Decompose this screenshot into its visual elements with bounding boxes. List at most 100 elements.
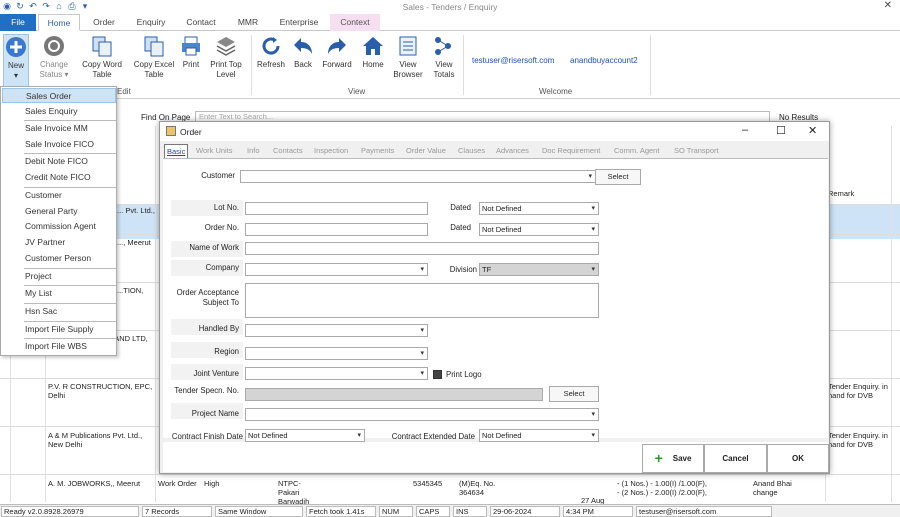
back-button[interactable]: Back <box>290 34 316 70</box>
print-logo-checkbox[interactable] <box>433 370 442 379</box>
tab-info[interactable]: Info <box>247 144 260 157</box>
handled-by-select[interactable] <box>245 324 428 337</box>
view-totals-button[interactable]: View Totals <box>430 34 458 80</box>
division-label: Division <box>449 265 477 274</box>
print-button[interactable]: Print <box>178 34 204 70</box>
menu-item-sales-enquiry[interactable]: Sales Enquiry <box>2 104 116 119</box>
new-button[interactable]: New ▾ <box>3 34 29 88</box>
change-status-label: Change Status <box>39 60 69 79</box>
name-of-work-label: Name of Work <box>189 243 239 252</box>
account-link[interactable]: anandbuyaccount2 <box>570 56 638 65</box>
dated1-select[interactable]: Not Defined <box>479 202 599 215</box>
copy-excel-table-button[interactable]: Copy Excel Table <box>131 34 177 80</box>
grid-cell: A. M. JOBWORKS,, Meerut <box>48 479 141 488</box>
tab-contacts[interactable]: Contacts <box>273 144 303 157</box>
menu-item-hsn-sac[interactable]: Hsn Sac <box>2 304 116 319</box>
tab-context[interactable]: Context <box>330 14 380 31</box>
tab-contact[interactable]: Contact <box>178 14 224 31</box>
save-button[interactable]: + Save <box>642 444 704 473</box>
refresh-button[interactable]: Refresh <box>256 34 286 70</box>
title-bar: ◉ ↻ ↶ ↷ ⌂ ⎙ ▾ Sales - Tenders / Enquiry … <box>0 0 900 14</box>
contract-finish-select[interactable]: Not Defined <box>245 429 365 442</box>
tab-comm-agent[interactable]: Comm. Agent <box>614 144 659 157</box>
dialog-body: Customer Select Lot No. Dated Not Define… <box>163 158 828 442</box>
tab-mmr[interactable]: MMR <box>228 14 268 31</box>
tab-clauses[interactable]: Clauses <box>458 144 485 157</box>
menu-item-project[interactable]: Project <box>2 269 116 284</box>
region-select[interactable] <box>245 347 428 360</box>
view-browser-icon <box>399 36 417 56</box>
tab-basic[interactable]: Basic <box>164 144 189 159</box>
tab-file[interactable]: File <box>0 14 36 31</box>
menu-item-sale-invoice-mm[interactable]: Sale Invoice MM <box>2 121 116 136</box>
plus-icon: + <box>654 450 663 467</box>
minimize-icon[interactable]: – <box>742 124 748 136</box>
tab-order[interactable]: Order <box>84 14 124 31</box>
menu-item-my-list[interactable]: My List <box>2 286 116 301</box>
menu-item-sales-order[interactable]: Sales Order <box>2 88 116 103</box>
menu-item-jv-partner[interactable]: JV Partner <box>2 235 116 250</box>
tab-so-transport[interactable]: SO Transport <box>674 144 719 157</box>
menu-item-customer-person[interactable]: Customer Person <box>2 251 116 266</box>
tender-specn-label: Tender Specn. No. <box>174 386 239 395</box>
menu-item-credit-note-fico[interactable]: Credit Note FICO <box>2 170 116 185</box>
grid-cell: (M)Eq. No. 364634 <box>459 479 496 497</box>
company-label: Company <box>205 263 239 272</box>
maximize-icon[interactable]: ☐ <box>776 124 786 137</box>
company-select[interactable] <box>245 263 428 276</box>
user-email-link[interactable]: testuser@risersoft.com <box>472 56 554 65</box>
order-no-label: Order No. <box>204 223 239 232</box>
tab-order-value[interactable]: Order Value <box>406 144 446 157</box>
menu-item-import-file-wbs[interactable]: Import File WBS <box>2 339 116 354</box>
tender-specn-input[interactable] <box>245 388 543 401</box>
tab-doc-requirement[interactable]: Doc Requirement <box>542 144 600 157</box>
tab-advances[interactable]: Advances <box>496 144 529 157</box>
joint-venture-select[interactable] <box>245 367 428 380</box>
change-status-button[interactable]: Change Status ▾ <box>36 34 72 80</box>
view-browser-button[interactable]: View Browser <box>392 34 424 80</box>
name-of-work-input[interactable] <box>245 242 599 255</box>
menu-item-import-file-supply[interactable]: Import File Supply <box>2 322 116 337</box>
menu-item-sale-invoice-fico[interactable]: Sale Invoice FICO <box>2 137 116 152</box>
order-no-input[interactable] <box>245 223 428 236</box>
printer-icon <box>182 36 200 56</box>
grid-cell: ..., Meerut <box>117 238 151 247</box>
house-icon <box>363 37 383 55</box>
customer-select[interactable] <box>240 170 596 183</box>
grid-cell: - (1 Nos.) - 1.00(I) /1.00(F), <box>617 479 708 488</box>
ribbon-tabs: File Home Order Enquiry Contact MMR Ente… <box>0 14 900 31</box>
close-icon[interactable]: ✕ <box>884 0 892 11</box>
acceptance-textarea[interactable] <box>245 283 599 318</box>
tab-enquiry[interactable]: Enquiry <box>128 14 174 31</box>
menu-item-general-party[interactable]: General Party <box>2 204 116 219</box>
contract-extended-select[interactable]: Not Defined <box>479 429 599 442</box>
menu-item-commission-agent[interactable]: Commission Agent <box>2 219 116 234</box>
division-select[interactable]: TF <box>479 263 599 276</box>
dialog-title: Order <box>180 127 202 137</box>
copy-excel-icon <box>144 36 164 57</box>
ribbon-separator <box>650 35 651 95</box>
customer-select-button[interactable]: Select <box>595 169 641 185</box>
forward-button[interactable]: Forward <box>320 34 354 70</box>
ok-button[interactable]: OK <box>767 444 829 473</box>
print-top-level-button[interactable]: Print Top Level <box>207 34 245 80</box>
tab-home[interactable]: Home <box>38 14 80 31</box>
tab-payments[interactable]: Payments <box>361 144 394 157</box>
menu-item-debit-note-fico[interactable]: Debit Note FICO <box>2 154 116 169</box>
menu-item-customer[interactable]: Customer <box>2 188 116 203</box>
dialog-close-icon[interactable]: ✕ <box>808 124 817 137</box>
tab-enterprise[interactable]: Enterprise <box>272 14 326 31</box>
grid-cell: - (2 Nos.) - 2.00(I) /2.00(F), <box>617 488 708 497</box>
project-name-select[interactable] <box>245 408 599 421</box>
view-browser-label: View Browser <box>393 60 423 79</box>
tab-inspection[interactable]: Inspection <box>314 144 348 157</box>
cancel-button[interactable]: Cancel <box>704 444 767 473</box>
lot-no-input[interactable] <box>245 202 428 215</box>
tab-work-units[interactable]: Work Units <box>196 144 233 157</box>
copy-word-table-button[interactable]: Copy Word Table <box>80 34 124 80</box>
dated2-select[interactable]: Not Defined <box>479 223 599 236</box>
customer-label: Customer <box>201 171 235 180</box>
tender-specn-select-button[interactable]: Select <box>549 386 599 402</box>
home-button[interactable]: Home <box>358 34 388 70</box>
view-group-label: View <box>348 87 366 96</box>
